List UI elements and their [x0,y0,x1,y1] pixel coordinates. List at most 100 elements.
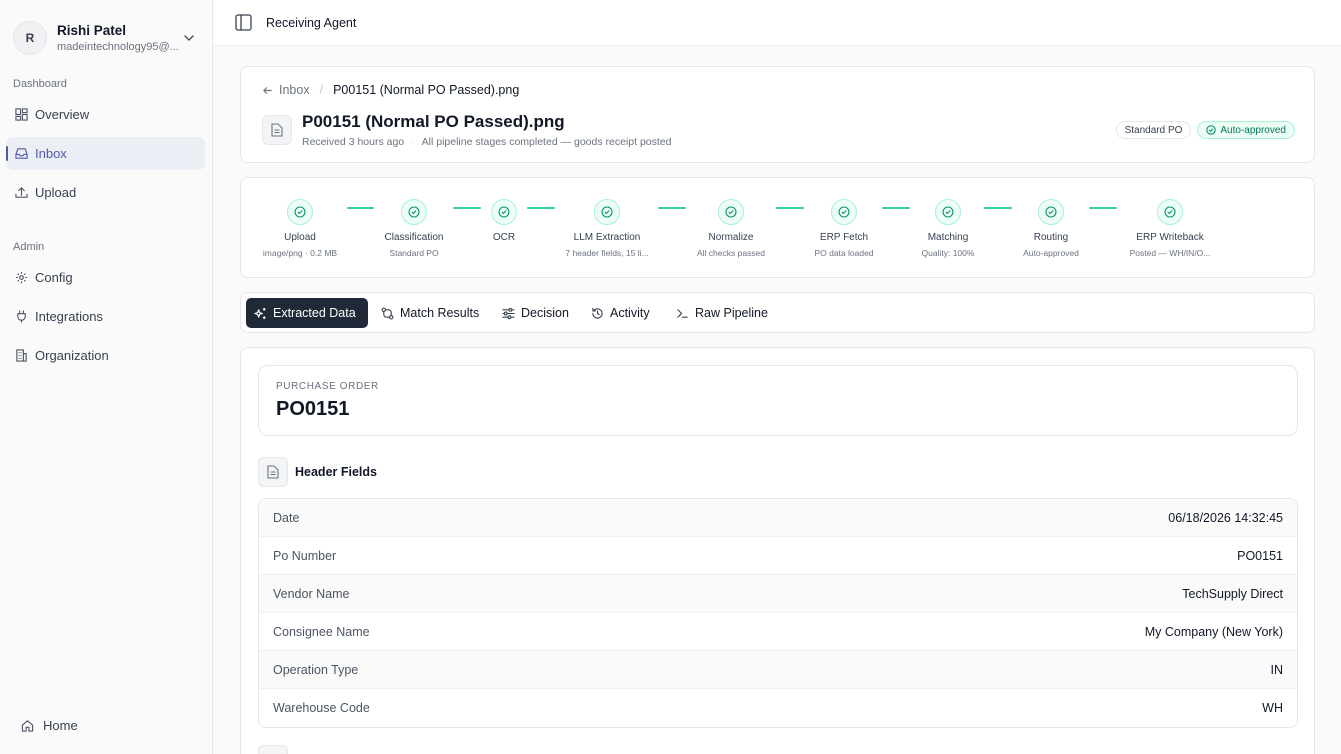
check-circle-icon [718,199,744,225]
extracted-data-panel: PURCHASE ORDER PO0151 Header Fields Date… [240,347,1315,754]
pipeline-stage[interactable]: Routing Auto-approved [1001,199,1101,258]
terminal-icon [677,308,688,318]
section-icon [258,745,288,754]
tab-activity[interactable]: Activity [583,298,658,328]
document-title: P00151 (Normal PO Passed).png [302,112,565,131]
grid-icon [14,108,28,122]
status-badge: Auto-approved [1197,121,1295,139]
field-row: Consignee Name My Company (New York) [259,613,1297,651]
section-admin: Admin [13,241,45,253]
git-compare-icon [381,307,394,319]
user-menu[interactable]: R Rishi Patel madeintechnology95@... [13,18,203,58]
sidebar-toggle-icon[interactable] [235,14,252,31]
upload-icon [14,186,28,200]
sidebar-item-integrations[interactable]: Integrations [6,300,205,333]
field-row: Vendor Name TechSupply Direct [259,575,1297,613]
avatar: R [13,21,47,55]
field-value: My Company (New York) [1144,624,1283,639]
breadcrumb-inbox-link[interactable]: Inbox [279,83,310,97]
file-icon [262,115,292,145]
stage-name: Upload [284,232,316,243]
field-value: PO0151 [1237,548,1283,563]
breadcrumb-separator: / [319,83,324,97]
field-row: Operation Type IN [259,651,1297,689]
field-value: WH [1262,701,1283,715]
sidebar-item-label: Inbox [35,146,67,161]
section-dashboard: Dashboard [13,78,67,90]
chevron-down-icon[interactable] [181,30,197,46]
stage-meta: Standard PO [389,248,439,258]
tab-label: Raw Pipeline [695,306,768,320]
sidebar-item-label: Integrations [35,309,103,324]
stage-meta: Auto-approved [1023,248,1079,258]
plug-icon [14,310,28,324]
po-type-badge: Standard PO [1115,121,1192,139]
building-icon [14,349,28,363]
pipeline-stage[interactable]: Matching Quality: 100% [898,199,998,258]
sidebar-item-label: Upload [35,185,77,200]
user-email: madeintechnology95@... [57,40,179,53]
stage-name: Classification [384,232,444,243]
tab-label: Decision [521,306,569,320]
check-circle-icon [935,199,961,225]
field-key: Operation Type [273,662,359,677]
separator-dot: · [411,136,415,148]
pipeline-stage[interactable]: LLM Extraction 7 header fields, 15 li... [557,199,657,258]
tab-extracted-data[interactable]: Extracted Data [246,298,368,328]
status-badge-label: Auto-approved [1220,124,1286,136]
field-row: Warehouse Code WH [259,689,1297,727]
breadcrumb: Inbox / P00151 (Normal PO Passed).png [262,83,519,97]
field-value: TechSupply Direct [1182,586,1283,601]
field-value: IN [1270,662,1284,677]
check-circle-icon [1157,199,1183,225]
sidebar-item-upload[interactable]: Upload [6,176,205,209]
page-title: Receiving Agent [266,15,357,30]
check-circle-icon [287,199,313,225]
stage-name: Normalize [708,232,754,243]
tab-label: Extracted Data [273,306,356,320]
header-fields-title: Header Fields [295,465,377,479]
stage-name: ERP Writeback [1136,232,1204,243]
stage-name: ERP Fetch [819,232,869,243]
field-key: Vendor Name [273,586,350,601]
field-value: 06/18/2026 14:32:45 [1168,510,1283,525]
pipeline-stage[interactable]: ERP Fetch PO data loaded [794,199,894,258]
stage-name: OCR [492,232,516,243]
pipeline-stage[interactable]: Normalize All checks passed [681,199,781,258]
field-row: Po Number PO0151 [259,537,1297,575]
sidebar-item-inbox[interactable]: Inbox [6,137,205,170]
stage-meta: Posted — WH/IN/O... [1129,248,1211,258]
tab-label: Activity [610,306,650,320]
header-fields-table: Date 06/18/2026 14:32:45 Po Number PO0151 Ve… [258,498,1298,728]
sidebar-item-home[interactable]: Home [12,709,202,742]
sliders-icon [502,307,515,319]
stage-name: LLM Extraction [573,232,641,243]
field-row: Date 06/18/2026 14:32:45 [259,499,1297,537]
tab-label: Match Results [400,306,480,320]
sidebar-item-overview[interactable]: Overview [6,98,205,131]
inbox-icon [14,147,28,161]
stage-name: Routing [1033,232,1069,243]
field-key: Warehouse Code [273,701,370,715]
sidebar: R Rishi Patel madeintechnology95@... Das… [0,0,213,754]
topbar: Receiving Agent [213,0,1341,46]
tab-match-results[interactable]: Match Results [373,298,487,328]
pipeline-stage[interactable]: Upload image/png · 0.2 MB [250,199,350,258]
arrow-left-icon[interactable] [262,85,273,96]
tab-decision[interactable]: Decision [494,298,577,328]
sparkles-icon [254,307,266,319]
sidebar-item-organization[interactable]: Organization [6,339,205,372]
sidebar-item-label: Organization [35,348,109,363]
sidebar-item-config[interactable]: Config [6,261,205,294]
pipeline-stage[interactable]: Classification Standard PO [364,199,464,258]
po-number: PO0151 [276,398,350,420]
sidebar-item-label: Config [35,270,73,285]
pipeline-stage[interactable]: ERP Writeback Posted — WH/IN/O... [1120,199,1220,258]
tab-raw-pipeline[interactable]: Raw Pipeline [668,298,776,328]
history-icon [592,307,603,319]
tab-bar: Extracted Data Match Results Decision Ac… [240,292,1315,333]
stage-meta: 7 header fields, 15 li... [565,248,649,258]
sidebar-item-label: Home [43,718,78,733]
check-circle-icon [831,199,857,225]
pipeline-stage[interactable]: OCR [454,199,554,248]
